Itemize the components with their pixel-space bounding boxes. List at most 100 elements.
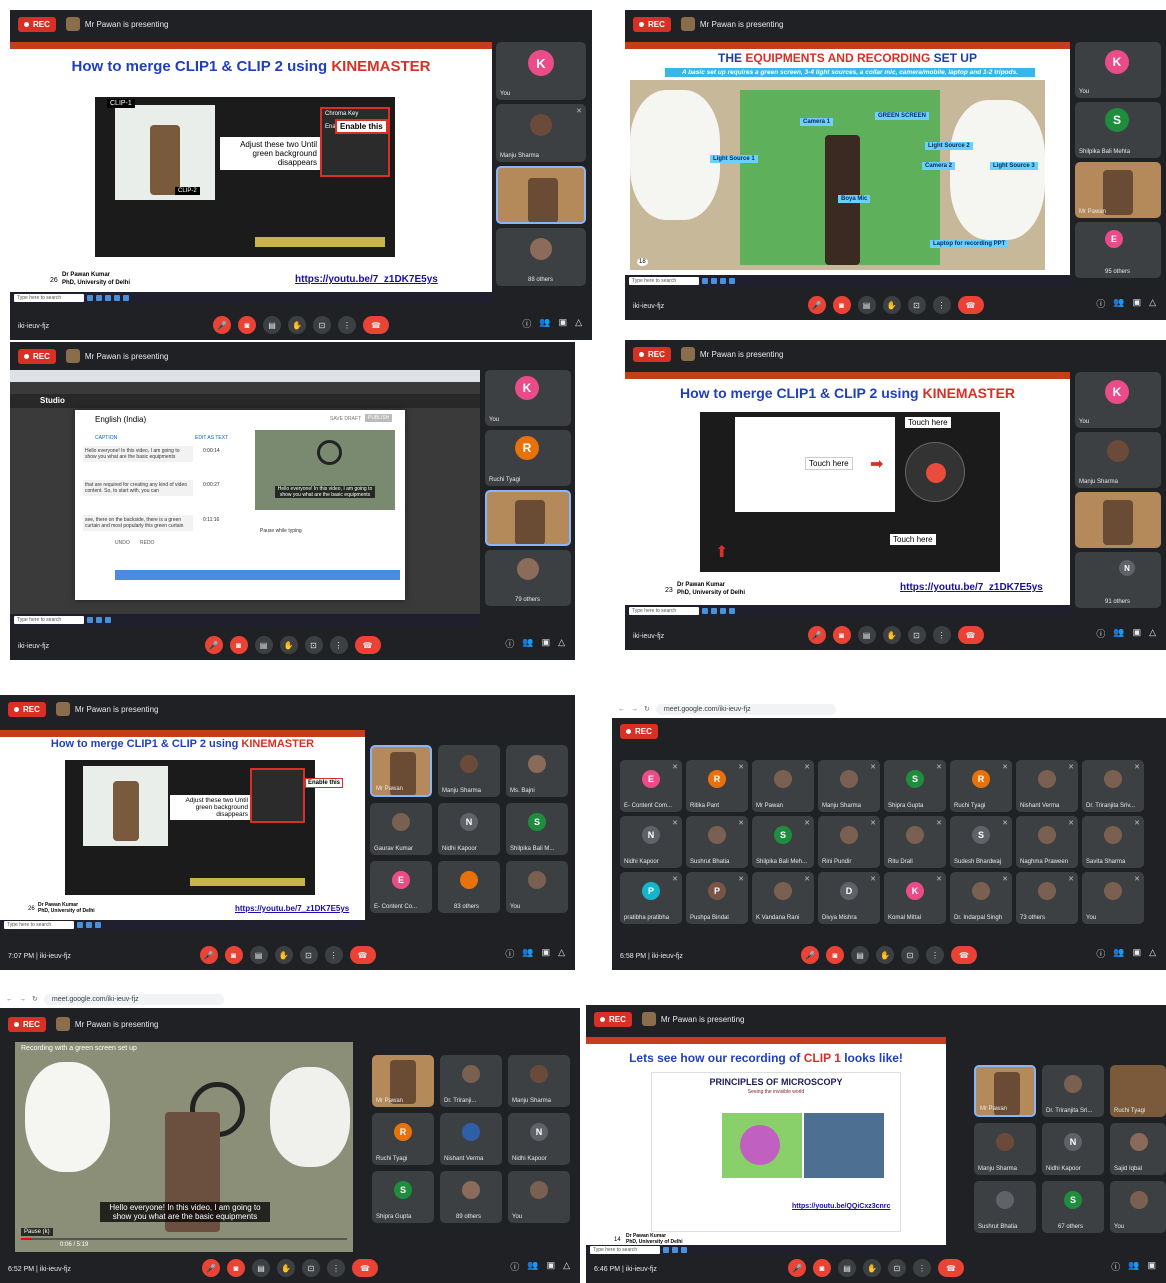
participant-tile[interactable]: Dr. Triranjita Sri... [1042, 1065, 1104, 1117]
caption-time[interactable]: 0:00:27 [203, 482, 220, 488]
participant-tile[interactable]: Ppratibha pratibha ✕ [620, 872, 682, 924]
rec-badge[interactable]: REC [633, 16, 671, 32]
participant-tile[interactable]: Ruchi Tyagi [1110, 1065, 1166, 1117]
participant-tile[interactable]: D Divya Mishra ✕ [818, 872, 880, 924]
participant-tile[interactable]: 79 others [485, 550, 571, 606]
raise-hand-button[interactable]: ✋ [882, 626, 901, 644]
participant-tile[interactable]: E 95 others [1075, 222, 1161, 278]
participant-tile[interactable]: S 67 others [1042, 1181, 1104, 1233]
info-icon[interactable]: ⓘ [1096, 297, 1105, 310]
mic-off-button[interactable]: 🎤 [202, 1259, 220, 1277]
participant-tile[interactable]: Rini Pundir ✕ [818, 816, 880, 868]
participant-tile[interactable]: Ritu Drall ✕ [884, 816, 946, 868]
activities-icon[interactable]: △ [575, 317, 582, 330]
app-icon[interactable] [77, 922, 83, 928]
rec-badge[interactable]: REC [8, 701, 46, 717]
end-call-button[interactable]: ☎ [349, 946, 376, 964]
mic-off-button[interactable]: 🎤 [204, 636, 223, 654]
taskbar-search[interactable]: Type here to search [629, 607, 699, 615]
participant-tile[interactable]: K You [1075, 372, 1161, 428]
taskbar-search[interactable]: Type here to search [4, 921, 74, 929]
participant-tile[interactable]: Ms. Bajni [506, 745, 568, 797]
end-call-button[interactable]: ☎ [951, 946, 977, 964]
save-draft-button[interactable]: SAVE DRAFT [330, 416, 361, 422]
app-icon[interactable] [702, 278, 708, 284]
participant-tile[interactable]: Mr Pawan [370, 745, 432, 797]
taskbar-search[interactable]: Type here to search [629, 277, 699, 285]
participant-tile[interactable]: Savita Sharma ✕ [1082, 816, 1144, 868]
participant-tile[interactable]: N 91 others [1075, 552, 1161, 608]
participant-tile[interactable]: Manju Sharma ✕ [818, 760, 880, 812]
participant-tile[interactable]: N Nidhi Kapoor [438, 803, 500, 855]
forward-icon[interactable]: → [19, 996, 26, 1003]
participant-tile[interactable]: Dr. Triranjita Sriv... ✕ [1082, 760, 1144, 812]
participant-tile[interactable]: S Shilpika Bali Meh... ✕ [752, 816, 814, 868]
participant-tile[interactable]: You [506, 861, 568, 913]
raise-hand-button[interactable]: ✋ [277, 1259, 295, 1277]
taskbar-search[interactable]: Type here to search [14, 294, 84, 302]
participant-tile[interactable]: E E- Content Co... [370, 861, 432, 913]
participant-tile[interactable]: Sajid Iqbal [1110, 1123, 1166, 1175]
app-icon[interactable] [711, 608, 717, 614]
caption-time[interactable]: 0:11:16 [203, 517, 219, 523]
raise-hand-button[interactable]: ✋ [288, 316, 306, 334]
participant-tile[interactable]: 89 others [440, 1171, 502, 1223]
raise-hand-button[interactable]: ✋ [863, 1259, 881, 1277]
captions-button[interactable]: ▤ [249, 946, 268, 964]
participant-tile[interactable]: N Nidhi Kapoor [508, 1113, 570, 1165]
rec-badge[interactable]: REC [18, 348, 56, 364]
participant-tile[interactable]: E E- Content Com... ✕ [620, 760, 682, 812]
mic-off-button[interactable]: 🎤 [199, 946, 218, 964]
mic-off-button[interactable]: 🎤 [788, 1259, 806, 1277]
participant-tile[interactable]: K You [485, 370, 571, 426]
activities-icon[interactable]: △ [558, 947, 565, 960]
people-icon[interactable]: 👥 [522, 637, 533, 650]
record-button[interactable] [926, 463, 946, 483]
chat-icon[interactable]: ▣ [1133, 947, 1142, 960]
camera-off-button[interactable]: ◙ [227, 1259, 245, 1277]
participant-tile[interactable]: Naghma Praween ✕ [1016, 816, 1078, 868]
people-icon[interactable]: 👥 [522, 947, 533, 960]
present-button[interactable]: ⊡ [302, 1259, 320, 1277]
people-icon[interactable]: 👥 [1113, 627, 1124, 640]
participant-tile[interactable]: You ✕ [1082, 872, 1144, 924]
participant-tile[interactable]: Nishant Verma [440, 1113, 502, 1165]
address-bar[interactable]: meet.google.com/iki-ieuv-fjz [43, 993, 224, 1005]
app-icon[interactable] [105, 295, 111, 301]
mic-off-button[interactable]: 🎤 [801, 946, 819, 964]
info-icon[interactable]: ⓘ [1096, 627, 1105, 640]
app-icon[interactable] [87, 617, 93, 623]
raise-hand-button[interactable]: ✋ [876, 946, 894, 964]
camera-off-button[interactable]: ◙ [238, 316, 256, 334]
participant-tile[interactable]: Sushrut Bhatia [974, 1181, 1036, 1233]
captions-button[interactable]: ▤ [254, 636, 273, 654]
captions-button[interactable]: ▤ [857, 626, 876, 644]
add-caption-button[interactable]: CAPTION [95, 435, 117, 441]
studio-logo[interactable]: Studio [40, 396, 65, 405]
participant-tile[interactable]: Gaurav Kumar [370, 803, 432, 855]
reload-icon[interactable]: ↻ [644, 705, 650, 713]
video-progress-bar[interactable] [21, 1238, 347, 1240]
raise-hand-button[interactable]: ✋ [882, 296, 901, 314]
info-icon[interactable]: ⓘ [505, 637, 514, 650]
participant-tile[interactable]: Mr Pawan [1075, 162, 1161, 218]
address-bar[interactable]: meet.google.com/iki-ieuv-fjz [655, 703, 836, 715]
forward-icon[interactable]: → [631, 706, 638, 713]
more-options-button[interactable]: ⋮ [932, 296, 951, 314]
undo-button[interactable]: UNDO [115, 540, 130, 546]
participant-tile[interactable]: Manju Sharma [508, 1055, 570, 1107]
participant-tile[interactable]: R Ruchi Tyagi ✕ [950, 760, 1012, 812]
chat-icon[interactable]: ▣ [542, 947, 551, 960]
back-icon[interactable]: ← [6, 996, 13, 1003]
people-icon[interactable]: 👥 [527, 1260, 538, 1273]
camera-off-button[interactable]: ◙ [832, 626, 851, 644]
app-icon[interactable] [720, 278, 726, 284]
participant-tile[interactable]: N Nidhi Kapoor ✕ [620, 816, 682, 868]
end-call-button[interactable]: ☎ [957, 296, 984, 314]
captions-button[interactable]: ▤ [851, 946, 869, 964]
caption-line[interactable]: see, there on the backside, there is a g… [83, 515, 193, 531]
app-icon[interactable] [87, 295, 93, 301]
taskbar-search[interactable]: Type here to search [14, 616, 84, 624]
captions-button[interactable]: ▤ [838, 1259, 856, 1277]
rec-badge[interactable]: REC [620, 724, 658, 739]
